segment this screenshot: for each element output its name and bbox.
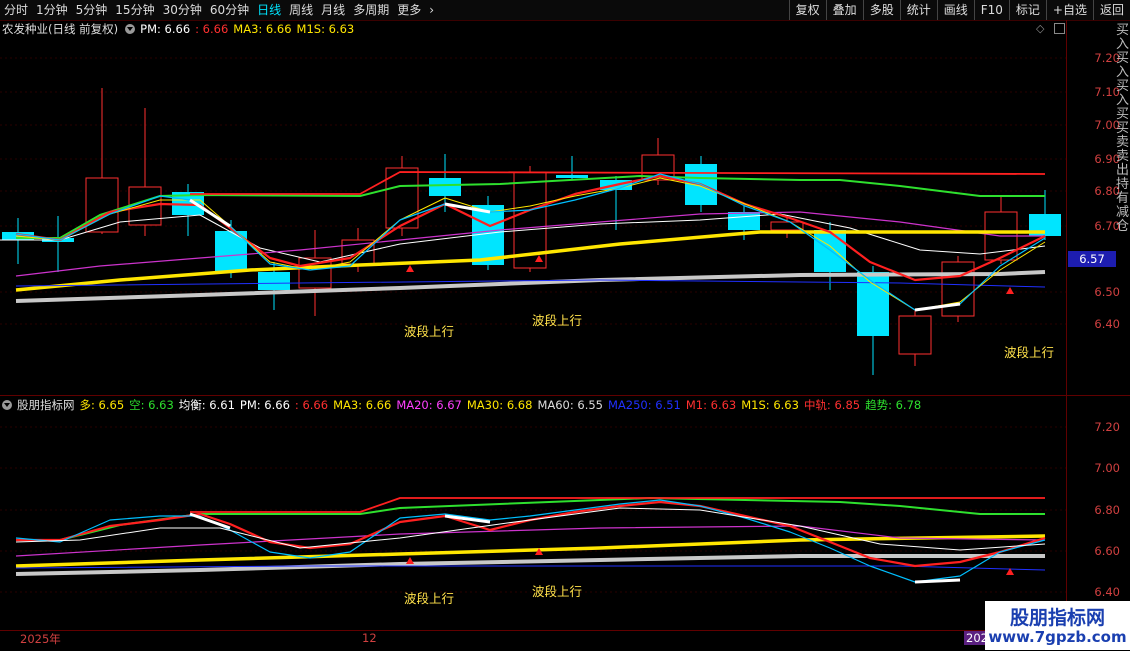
candle-body <box>728 212 760 230</box>
annotation-label: 波段上行 <box>532 584 583 599</box>
watermark-title: 股朋指标网 <box>1009 607 1105 629</box>
candle-body <box>814 230 846 272</box>
axis-tick-label: 6.70 <box>1094 219 1120 233</box>
date-label: 2025年 <box>20 632 61 646</box>
annotation-label: 波段上行 <box>404 591 455 606</box>
signal-side-text: 买入买入买入买买卖卖出持有减仓 <box>1116 23 1130 234</box>
annotation-label: 波段上行 <box>532 313 583 328</box>
candle-body <box>770 221 804 231</box>
axis-tick-label: 6.40 <box>1094 317 1120 331</box>
toolbar-button-8[interactable]: 返回 <box>1092 0 1130 20</box>
price-axis-line <box>1066 20 1067 630</box>
axis-tick-label: 6.60 <box>1094 544 1120 558</box>
axis-tick-label: 6.40 <box>1094 585 1120 599</box>
date-label: 12 <box>362 631 377 645</box>
axis-tick-label: 6.90 <box>1094 152 1120 166</box>
current-price-tag: 6.57 <box>1068 251 1116 267</box>
annotation-label: 波段上行 <box>1004 345 1055 360</box>
axis-tick-label: 7.20 <box>1094 51 1120 65</box>
sub-ma-line-white <box>15 507 1046 551</box>
date-axis <box>0 630 1066 651</box>
axis-tick-label: 7.00 <box>1094 461 1120 475</box>
buy-signal-icon <box>1006 568 1014 575</box>
watermark: 股朋指标网 www.7gpzb.com <box>985 601 1130 650</box>
candle-body <box>258 272 290 290</box>
watermark-url: www.7gpzb.com <box>988 628 1127 646</box>
buy-signal-icon <box>1006 287 1014 294</box>
annotation-label: 波段上行 <box>404 324 455 339</box>
sub-ma-line-gray <box>15 554 1045 576</box>
candle-body <box>898 315 932 355</box>
candle-body <box>429 178 461 196</box>
axis-tick-label: 7.20 <box>1094 420 1120 434</box>
buy-signal-icon <box>406 265 414 272</box>
axis-tick-label: 7.00 <box>1094 118 1120 132</box>
buy-signal-icon <box>535 255 543 262</box>
axis-tick-label: 6.50 <box>1094 285 1120 299</box>
sub-trend-seg-white <box>914 578 961 584</box>
candle-body <box>941 261 975 317</box>
axis-tick-label: 6.80 <box>1094 184 1120 198</box>
buy-signal-icon <box>535 548 543 555</box>
axis-tick-label: 6.80 <box>1094 503 1120 517</box>
buy-signal-icon <box>406 557 414 564</box>
candle-body <box>556 175 588 178</box>
axis-tick-label: 7.10 <box>1094 85 1120 99</box>
